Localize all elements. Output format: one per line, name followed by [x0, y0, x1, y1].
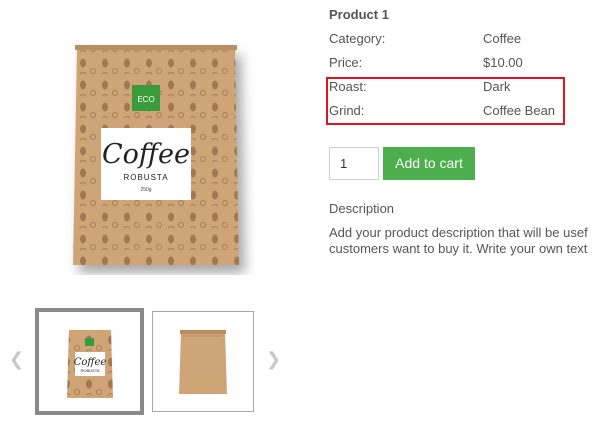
attribute-value: Coffee	[483, 31, 522, 46]
product-details: Product 1 Category: Coffee Price: $10.00…	[326, 0, 598, 428]
quantity-input[interactable]	[329, 147, 379, 180]
eco-badge-text: ECO	[137, 95, 154, 104]
attribute-highlight-box	[326, 77, 565, 125]
coffee-word: Coffee	[102, 139, 190, 170]
weight-label: 250g	[140, 187, 151, 193]
chevron-left-icon[interactable]: ❮	[9, 350, 24, 368]
thumb-robusta-label: ROBUSTA	[80, 368, 99, 373]
description-line: customers want to buy it. Write your own…	[329, 241, 588, 256]
attribute-label: Price:	[329, 55, 363, 70]
thumb-coffee-word: Coffee	[74, 357, 107, 368]
description-heading: Description	[329, 201, 395, 216]
product-title: Product 1	[329, 7, 389, 22]
chevron-right-icon[interactable]: ❯	[266, 350, 281, 368]
add-to-cart-button[interactable]: Add to cart	[383, 147, 475, 180]
thumbnail-back[interactable]	[152, 311, 254, 412]
attribute-label: Category:	[329, 31, 386, 46]
main-product-image[interactable]: ECO Coffee ROBUSTA 250g	[55, 35, 255, 275]
thumbnail-front[interactable]: Coffee ROBUSTA	[35, 308, 144, 415]
attribute-value: $10.00	[483, 55, 523, 70]
robusta-label: ROBUSTA	[123, 173, 168, 182]
description-text: Add your product description that will b…	[329, 225, 598, 257]
description-line: Add your product description that will b…	[329, 225, 588, 240]
